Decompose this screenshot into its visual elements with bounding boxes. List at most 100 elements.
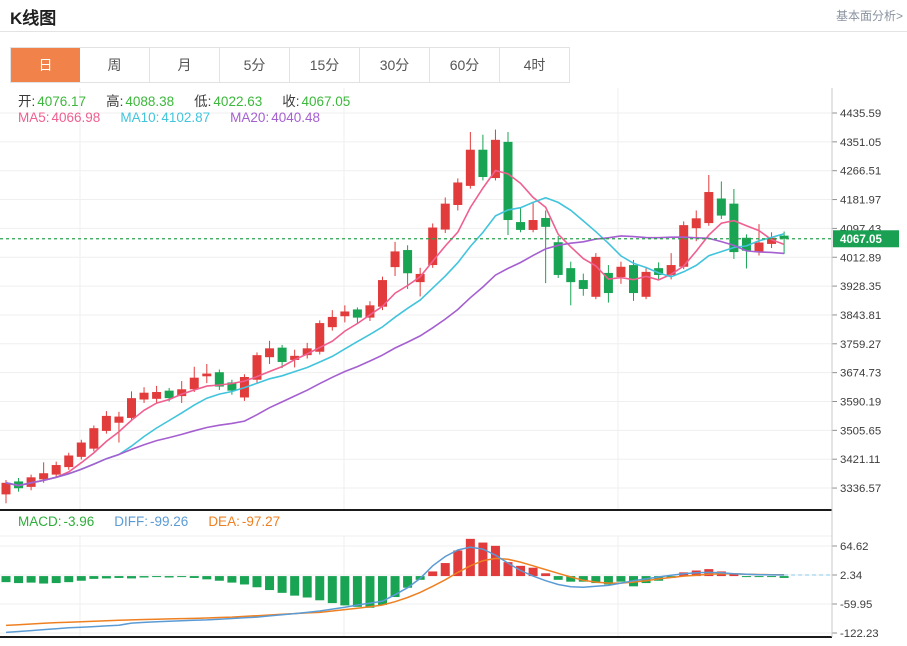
macd-bar: [39, 576, 48, 583]
price-tick-label: 3336.57: [840, 483, 881, 495]
candle-body: [616, 267, 625, 277]
macd-bar: [177, 576, 186, 577]
candle-body: [453, 182, 462, 205]
macd-bar: [353, 576, 362, 607]
candle-body: [466, 150, 475, 186]
macd-bar: [755, 576, 764, 577]
ohlc-close: 收:4067.05: [282, 90, 350, 110]
macd-bar: [265, 576, 274, 590]
ohlc-readout: 开:4076.17 高:4088.38 低:4022.63 收:4067.05: [18, 90, 350, 110]
macd-bar: [466, 539, 475, 576]
macd-bar: [541, 573, 550, 576]
macd-bar: [127, 576, 136, 578]
candle-body: [541, 218, 550, 227]
macd-bar: [780, 576, 789, 578]
candle-body: [504, 142, 513, 220]
candle-body: [2, 483, 11, 495]
macd-bar: [315, 576, 324, 600]
candle-body: [278, 348, 287, 362]
candle-body: [579, 280, 588, 289]
ma-ma5: MA5:4066.98: [18, 110, 100, 125]
ma-lines-layer: [6, 171, 784, 486]
macd-bar: [27, 576, 36, 583]
candle-body: [554, 242, 563, 275]
candle-body: [692, 218, 701, 228]
candle-body: [52, 465, 61, 475]
tab-月[interactable]: 月: [150, 48, 220, 82]
tab-30分[interactable]: 30分: [360, 48, 430, 82]
macd-bar: [152, 576, 161, 577]
macd-dea: DEA:-97.27: [208, 514, 280, 529]
macd-bar: [616, 576, 625, 582]
macd-bar: [140, 576, 149, 577]
macd-axis-labels: 64.622.34-59.95-122.23: [840, 541, 879, 640]
price-tick-label: 3843.81: [840, 310, 881, 322]
ma5-line: [6, 171, 784, 486]
macd-macd: MACD:-3.96: [18, 514, 94, 529]
candle-body: [391, 251, 400, 267]
macd-bar: [202, 576, 211, 579]
price-tick-label: 3674.73: [840, 368, 881, 380]
macd-tick-label: 64.62: [840, 541, 869, 553]
candle-body: [165, 391, 174, 399]
candle-body: [140, 393, 149, 400]
tab-15分[interactable]: 15分: [290, 48, 360, 82]
candle-body: [39, 473, 48, 479]
ohlc-open: 开:4076.17: [18, 90, 86, 110]
macd-bar: [303, 576, 312, 597]
macd-readout: MACD:-3.96 DIFF:-99.26 DEA:-97.27: [18, 514, 280, 529]
macd-bar: [554, 576, 563, 580]
price-tick-label: 3759.27: [840, 339, 881, 351]
candle-body: [127, 398, 136, 418]
candle-body: [591, 257, 600, 297]
macd-bar: [278, 576, 287, 593]
tab-60分[interactable]: 60分: [430, 48, 500, 82]
tab-5分[interactable]: 5分: [220, 48, 290, 82]
macd-bar: [491, 546, 500, 576]
macd-bar: [114, 576, 123, 578]
price-tick-label: 4012.89: [840, 252, 881, 264]
macd-diff: DIFF:-99.26: [114, 514, 188, 529]
tab-日[interactable]: 日: [11, 48, 80, 82]
macd-bar: [64, 576, 73, 582]
macd-bar: [340, 576, 349, 605]
ohlc-high: 高:4088.38: [106, 90, 174, 110]
candle-body: [353, 309, 362, 317]
candle-body: [478, 150, 487, 177]
macd-bar: [240, 576, 249, 584]
macd-bar: [89, 576, 98, 579]
candle-body: [64, 455, 73, 467]
macd-bar: [165, 576, 174, 577]
macd-tick-label: -122.23: [840, 628, 879, 640]
price-tick-label: 4351.05: [840, 137, 881, 149]
ohlc-low: 低:4022.63: [194, 90, 262, 110]
period-tab-bar: 日周月5分15分30分60分4时: [10, 47, 570, 83]
current-price-value: 4067.05: [840, 233, 882, 246]
candle-body: [152, 392, 161, 399]
macd-bar: [290, 576, 299, 596]
price-tick-label: 4266.51: [840, 166, 881, 178]
ma-ma20: MA20:4040.48: [230, 110, 320, 125]
tab-4时[interactable]: 4时: [500, 48, 569, 82]
candle-body: [89, 428, 98, 448]
macd-bar: [102, 576, 111, 578]
price-tick-label: 3421.11: [840, 454, 880, 466]
candle-body: [328, 317, 337, 327]
candle-body: [441, 204, 450, 230]
ma10-line: [6, 198, 784, 486]
candle-body: [529, 220, 538, 230]
macd-bar: [253, 576, 262, 587]
macd-tick-label: 2.34: [840, 570, 862, 582]
price-tick-label: 3928.35: [840, 281, 881, 293]
candle-body: [340, 311, 349, 316]
price-tick-label: 4435.59: [840, 108, 881, 120]
candle-body: [717, 199, 726, 216]
candle-body: [102, 416, 111, 431]
candle-body: [190, 378, 199, 390]
ma-ma10: MA10:4102.87: [120, 110, 210, 125]
candle-body: [491, 140, 500, 178]
macd-bar: [190, 576, 199, 578]
macd-bar: [767, 576, 776, 577]
tab-周[interactable]: 周: [80, 48, 150, 82]
macd-bar: [2, 576, 11, 582]
